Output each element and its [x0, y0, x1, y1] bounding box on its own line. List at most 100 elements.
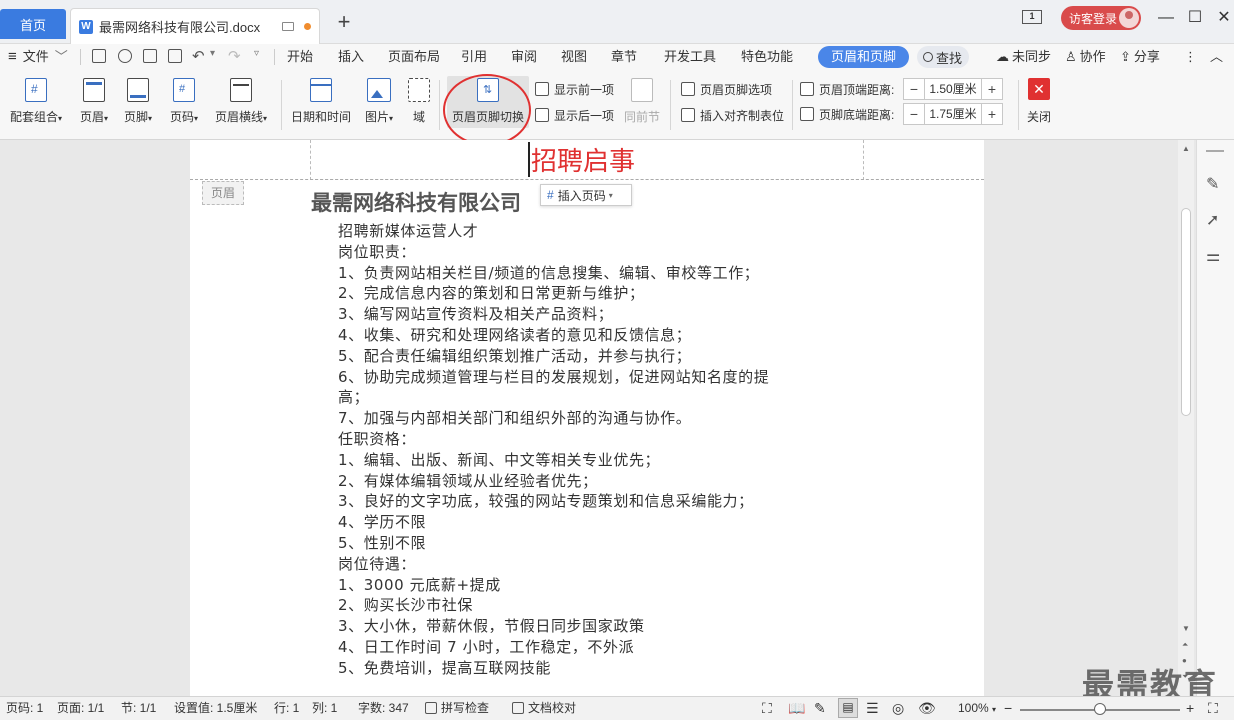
- document-tab[interactable]: W 最需网络科技有限公司.docx: [70, 8, 320, 44]
- new-tab-button[interactable]: +: [334, 10, 354, 34]
- spell-check-button[interactable]: 拼写检查: [425, 700, 489, 716]
- window-count-icon[interactable]: 1: [1022, 10, 1042, 24]
- zoom-slider-handle[interactable]: [1094, 703, 1106, 715]
- more-options-icon[interactable]: ⋮: [1184, 47, 1197, 67]
- header-footer-options-button[interactable]: 页眉页脚选项: [681, 80, 772, 98]
- minimize-button[interactable]: —: [1156, 8, 1176, 28]
- find-button[interactable]: 查找: [917, 46, 969, 68]
- redo-icon[interactable]: ↷: [228, 47, 241, 65]
- home-tab[interactable]: 首页: [0, 9, 66, 39]
- document-line[interactable]: 1、3000 元底薪+提成: [338, 575, 769, 596]
- chevron-down-icon[interactable]: ▾: [210, 48, 215, 59]
- field-button[interactable]: 域: [406, 78, 432, 126]
- tab-insert[interactable]: 插入: [338, 47, 364, 67]
- document-line[interactable]: 4、学历不限: [338, 512, 769, 533]
- tab-view[interactable]: 视图: [561, 47, 587, 67]
- insert-page-number-button[interactable]: # 插入页码 ▾: [540, 184, 632, 206]
- document-line[interactable]: 岗位职责：: [338, 242, 769, 263]
- pointer-icon[interactable]: ➚: [1206, 210, 1224, 229]
- close-window-button[interactable]: ✕: [1214, 8, 1234, 28]
- document-line[interactable]: 4、日工作时间 7 小时，工作稳定，不外派: [338, 637, 769, 658]
- web-view-icon[interactable]: ◎: [892, 700, 904, 716]
- zoom-percent[interactable]: 100% ▾: [958, 700, 996, 716]
- company-name[interactable]: 最需网络科技有限公司: [311, 187, 521, 217]
- document-line[interactable]: 1、编辑、出版、新闻、中文等相关专业优先；: [338, 450, 769, 471]
- print-preview-icon[interactable]: [168, 49, 182, 63]
- date-time-button[interactable]: 日期和时间: [289, 78, 353, 126]
- scroll-down-icon[interactable]: ▼: [1182, 624, 1190, 633]
- show-previous-button[interactable]: 显示前一项: [535, 80, 614, 98]
- status-section[interactable]: 节: 1/1: [121, 700, 156, 716]
- scrollbar-thumb[interactable]: [1181, 208, 1191, 416]
- document-line[interactable]: 2、购买长沙市社保: [338, 595, 769, 616]
- header-button[interactable]: 页眉▾: [74, 78, 114, 126]
- header-top-spinner[interactable]: − 1.50厘米 +: [903, 78, 1003, 100]
- status-setting[interactable]: 设置值: 1.5厘米: [174, 700, 257, 716]
- tab-developer[interactable]: 开发工具: [664, 47, 716, 67]
- export-icon[interactable]: [118, 49, 132, 63]
- save-icon[interactable]: [92, 49, 106, 63]
- same-as-previous-button[interactable]: 同前节: [622, 78, 662, 126]
- maximize-button[interactable]: ☐: [1185, 8, 1205, 28]
- zoom-out-button[interactable]: −: [1004, 700, 1012, 716]
- footer-bottom-value[interactable]: 1.75厘米: [924, 104, 982, 124]
- header-line-button[interactable]: 页眉横线▾: [210, 78, 272, 126]
- document-line[interactable]: 5、配合责任编辑组织策划推广活动，并参与执行；: [338, 346, 769, 367]
- tab-header-footer[interactable]: 页眉和页脚: [818, 46, 910, 68]
- decrease-button[interactable]: −: [904, 106, 924, 122]
- document-line[interactable]: 5、免费培训，提高互联网技能: [338, 658, 769, 679]
- collapse-ribbon-icon[interactable]: ︿: [1210, 47, 1223, 67]
- page-view-icon[interactable]: ▤: [838, 698, 858, 718]
- proofread-button[interactable]: 文档校对: [512, 700, 576, 716]
- footer-button[interactable]: 页脚▾: [118, 78, 158, 126]
- header-top-value[interactable]: 1.50厘米: [924, 79, 982, 99]
- document-line[interactable]: 岗位待遇：: [338, 554, 769, 575]
- document-line[interactable]: 3、大小休，带薪休假，节假日同步国家政策: [338, 616, 769, 637]
- zoom-in-button[interactable]: +: [1186, 700, 1194, 716]
- insert-align-tab-button[interactable]: 插入对齐制表位: [681, 106, 784, 124]
- status-word-count[interactable]: 字数: 347: [358, 700, 409, 716]
- document-line[interactable]: 7、加强与内部相关部门和组织外部的沟通与协作。: [338, 408, 769, 429]
- tab-references[interactable]: 引用: [461, 47, 487, 67]
- page-number-button[interactable]: # 页码▾: [164, 78, 204, 126]
- undo-icon[interactable]: ↶: [192, 47, 205, 65]
- document-line[interactable]: 高；: [338, 387, 769, 408]
- matching-combo-button[interactable]: # 配套组合▾: [6, 78, 66, 126]
- document-line[interactable]: 5、性别不限: [338, 533, 769, 554]
- fullscreen-icon[interactable]: ⛶: [762, 700, 772, 716]
- fit-page-icon[interactable]: ⛶: [1208, 700, 1218, 716]
- tab-page-layout[interactable]: 页面布局: [388, 47, 440, 67]
- increase-button[interactable]: +: [982, 81, 1002, 97]
- status-column[interactable]: 列: 1: [312, 700, 337, 716]
- increase-button[interactable]: +: [982, 106, 1002, 122]
- pen-icon[interactable]: ✎: [1206, 174, 1224, 193]
- read-mode-icon[interactable]: 📖: [788, 700, 805, 716]
- tab-special-features[interactable]: 特色功能: [741, 47, 793, 67]
- quick-access-more-icon[interactable]: ▿: [254, 48, 259, 59]
- share-button[interactable]: ⇪ 分享: [1120, 47, 1160, 67]
- document-line[interactable]: 2、完成信息内容的策划和日常更新与维护；: [338, 283, 769, 304]
- decrease-button[interactable]: −: [904, 81, 924, 97]
- visitor-login-button[interactable]: 访客登录: [1061, 6, 1141, 30]
- document-line[interactable]: 3、编写网站宣传资料及相关产品资料；: [338, 304, 769, 325]
- print-icon[interactable]: [143, 49, 157, 63]
- header-title[interactable]: 招聘启事: [531, 141, 635, 178]
- eye-protection-icon[interactable]: 👁: [918, 700, 936, 716]
- tab-start[interactable]: 开始: [287, 47, 313, 67]
- document-line[interactable]: 4、收集、研究和处理网络读者的意见和反馈信息；: [338, 325, 769, 346]
- close-header-footer-button[interactable]: ✕ 关闭: [1024, 78, 1054, 126]
- collab-button[interactable]: ♙ 协作: [1065, 47, 1106, 67]
- document-body[interactable]: 招聘新媒体运营人才 岗位职责： 1、负责网站相关栏目/频道的信息搜集、编辑、审校等工…: [338, 221, 769, 679]
- status-row[interactable]: 行: 1: [274, 700, 299, 716]
- document-line[interactable]: 招聘新媒体运营人才: [338, 221, 769, 242]
- settings-sliders-icon[interactable]: ⚌: [1206, 246, 1224, 265]
- document-line[interactable]: 1、负责网站相关栏目/频道的信息搜集、编辑、审校等工作；: [338, 263, 769, 284]
- status-pages[interactable]: 页面: 1/1: [57, 700, 104, 716]
- file-menu[interactable]: ≡ 文件 ﹀: [8, 47, 68, 67]
- status-page-number[interactable]: 页码: 1: [6, 700, 43, 716]
- document-line[interactable]: 2、有媒体编辑领域从业经验者优先；: [338, 471, 769, 492]
- sync-status[interactable]: ☁ 未同步: [996, 47, 1051, 67]
- document-line[interactable]: 任职资格：: [338, 429, 769, 450]
- tab-section[interactable]: 章节: [611, 47, 637, 67]
- edit-mode-icon[interactable]: ✎: [814, 700, 826, 716]
